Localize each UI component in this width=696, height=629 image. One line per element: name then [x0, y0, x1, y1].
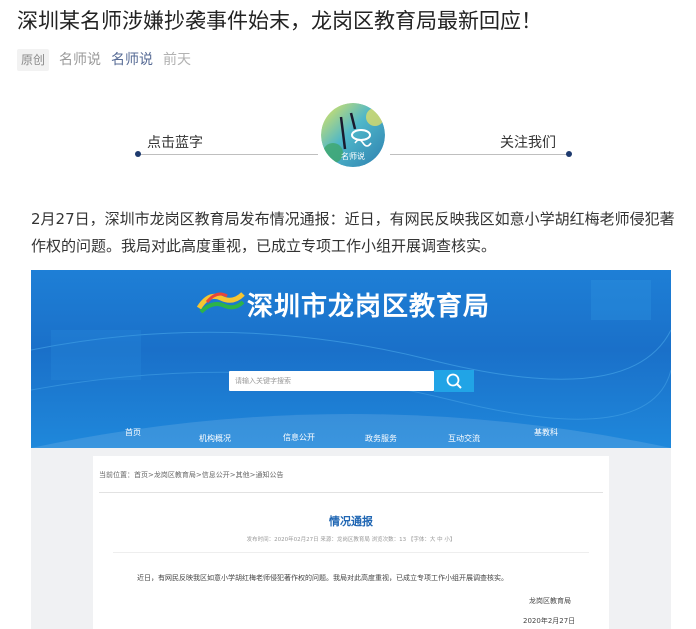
svg-text:名师说: 名师说	[341, 151, 365, 161]
notice-panel: 当前位置：首页>龙岗区教育局>信息公开>其他>通知公告 情况通报 发布时间：20…	[93, 456, 609, 629]
site-logo-icon	[197, 292, 245, 314]
notice-body: 近日，有网民反映我区如意小学胡红梅老师侵犯著作权的问题。我局对此高度重视，已成立…	[137, 574, 508, 582]
site-banner: 深圳市龙岗区教育局 请输入关键字搜索 首页 机构概况 信息公开 政务服务 互动交…	[31, 270, 671, 448]
notice-org: 龙岗区教育局	[529, 597, 571, 605]
nav-item-about[interactable]: 机构概况	[199, 433, 231, 444]
follow-us-label: 关注我们	[500, 135, 556, 151]
divider-left	[138, 154, 318, 155]
breadcrumb-divider	[99, 492, 603, 493]
account-link[interactable]: 名师说	[111, 50, 153, 70]
embedded-screenshot: 深圳市龙岗区教育局 请输入关键字搜索 首页 机构概况 信息公开 政务服务 互动交…	[31, 270, 671, 629]
nav-item-services[interactable]: 政务服务	[365, 433, 397, 444]
divider-dot-left	[135, 151, 141, 157]
account-logo[interactable]: 名师说	[321, 103, 385, 167]
article-meta: 原创 名师说 名师说 前天	[17, 49, 191, 71]
publish-time: 前天	[163, 52, 192, 68]
divider-dot-right	[566, 151, 572, 157]
article-title: 深圳某名师涉嫌抄袭事件始末，龙岗区教育局最新回应！	[17, 9, 542, 33]
search-icon	[446, 373, 462, 389]
article-paragraph: 2月27日，深圳市龙岗区教育局发布情况通报：近日，有网民反映我区如意小学胡红梅老…	[31, 210, 675, 255]
original-badge: 原创	[17, 49, 50, 71]
notice-date: 2020年2月27日	[523, 617, 576, 625]
nav-item-interaction[interactable]: 互动交流	[448, 433, 480, 444]
nav-item-info[interactable]: 信息公开	[283, 432, 315, 443]
notice-title: 情况通报	[329, 515, 373, 528]
site-nav: 首页 机构概况 信息公开 政务服务 互动交流 基教科	[31, 420, 671, 448]
notice-meta: 发布时间：2020年02月27日 来源：龙岗区教育局 浏览次数：13 【字体：大…	[246, 537, 456, 543]
nav-item-basic-edu[interactable]: 基教科	[534, 427, 558, 438]
breadcrumb: 当前位置：首页>龙岗区教育局>信息公开>其他>通知公告	[99, 471, 284, 479]
logo-graphic: 名师说	[321, 103, 385, 167]
divider-right	[390, 154, 570, 155]
notice-divider	[113, 552, 589, 553]
nav-item-home[interactable]: 首页	[125, 427, 141, 438]
site-name: 深圳市龙岗区教育局	[247, 292, 491, 322]
site-search-button[interactable]	[434, 370, 474, 392]
click-blue-text-label: 点击蓝字	[147, 135, 203, 151]
site-search-input[interactable]: 请输入关键字搜索	[229, 371, 434, 391]
author-name: 名师说	[59, 52, 102, 68]
